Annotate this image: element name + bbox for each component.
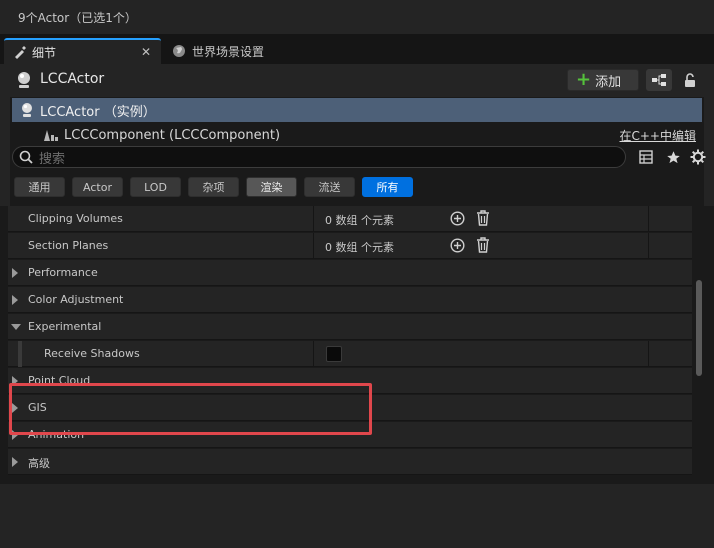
category-label: GIS	[28, 401, 47, 414]
scrollbar-thumb[interactable]	[696, 280, 702, 376]
property-label: Section Planes	[28, 239, 109, 252]
trash-icon[interactable]	[476, 210, 490, 229]
property-row-section-planes: Section Planes 0 数组 个元素	[8, 233, 692, 259]
category-label: Animation	[28, 428, 85, 441]
filter-general[interactable]: 通用	[14, 177, 65, 197]
property-row-receive-shadows: Receive Shadows	[8, 341, 692, 367]
category-experimental[interactable]: Experimental	[8, 314, 692, 340]
tree-root-label: LCCActor （实例）	[40, 104, 156, 120]
category-gis[interactable]: GIS	[8, 395, 692, 421]
filter-misc[interactable]: 杂项	[188, 177, 239, 197]
component-icon	[42, 128, 60, 142]
tree-component-label: LCCComponent (LCCComponent)	[64, 127, 281, 143]
star-icon[interactable]	[665, 149, 681, 165]
actor-count-text: 9个Actor（已选1个）	[18, 11, 137, 25]
collapse-arrow-icon	[11, 324, 21, 330]
lock-icon[interactable]	[680, 70, 700, 90]
property-value: 0 数组 个元素	[325, 214, 394, 227]
plus-icon: +	[576, 69, 592, 90]
globe-icon	[172, 44, 186, 58]
indent-bar	[18, 341, 22, 367]
details-icon	[12, 45, 26, 59]
actor-name: LCCActor	[40, 71, 105, 87]
actor-header: LCCActor + 添加	[0, 64, 714, 96]
gear-icon[interactable]	[690, 149, 706, 165]
receive-shadows-checkbox[interactable]	[326, 346, 342, 362]
category-color-adjustment[interactable]: Color Adjustment	[8, 287, 692, 313]
actor-icon	[16, 71, 32, 92]
column-divider[interactable]	[313, 206, 314, 232]
expand-arrow-icon	[12, 403, 18, 413]
table-view-icon[interactable]	[638, 149, 654, 165]
category-label: Experimental	[28, 320, 102, 333]
tab-world-settings-label: 世界场景设置	[192, 44, 265, 59]
property-label: Clipping Volumes	[28, 212, 123, 225]
tree-component-row[interactable]: LCCComponent (LCCComponent) 在C++中编辑	[12, 124, 702, 146]
search-placeholder: 搜索	[39, 151, 66, 167]
expand-arrow-icon	[12, 430, 18, 440]
hierarchy-icon	[652, 74, 666, 86]
category-advanced[interactable]: 高级	[8, 449, 692, 475]
trash-icon[interactable]	[476, 237, 490, 256]
category-label: Performance	[28, 266, 98, 279]
category-point-cloud[interactable]: Point Cloud	[8, 368, 692, 394]
category-label: Color Adjustment	[28, 293, 124, 306]
category-filter-bar: 通用 Actor LOD 杂项 渲染 流送 所有	[14, 177, 413, 197]
column-divider	[648, 341, 649, 367]
column-divider[interactable]	[313, 233, 314, 259]
search-icon	[19, 150, 33, 168]
scrollbar[interactable]	[693, 206, 705, 484]
property-value: 0 数组 个元素	[325, 241, 394, 254]
close-icon[interactable]: ✕	[141, 45, 151, 59]
add-component-button[interactable]: + 添加	[567, 69, 639, 91]
search-input[interactable]: 搜索	[12, 146, 626, 168]
expand-arrow-icon	[12, 457, 18, 467]
column-divider	[648, 233, 649, 259]
filter-actor[interactable]: Actor	[72, 177, 123, 197]
expand-arrow-icon	[12, 268, 18, 278]
tab-strip: 细节 ✕ 世界场景设置	[0, 34, 714, 64]
column-divider	[648, 206, 649, 232]
expand-arrow-icon	[12, 295, 18, 305]
add-element-icon[interactable]	[450, 238, 465, 256]
filter-all[interactable]: 所有	[362, 177, 413, 197]
category-label: 高级	[28, 457, 50, 470]
outliner-status-bar: 9个Actor（已选1个）	[0, 0, 714, 34]
property-list: Clipping Volumes 0 数组 个元素 Section Planes…	[0, 206, 714, 484]
column-divider[interactable]	[313, 341, 314, 367]
add-button-label: 添加	[595, 74, 622, 90]
expand-arrow-icon	[12, 376, 18, 386]
filter-rendering[interactable]: 渲染	[246, 177, 297, 197]
add-element-icon[interactable]	[450, 211, 465, 229]
property-label: Receive Shadows	[44, 347, 140, 360]
tab-details[interactable]: 细节 ✕	[4, 38, 161, 64]
category-animation[interactable]: Animation	[8, 422, 692, 448]
filter-streaming[interactable]: 流送	[304, 177, 355, 197]
property-row-clipping-volumes: Clipping Volumes 0 数组 个元素	[8, 206, 692, 232]
tab-world-settings[interactable]: 世界场景设置	[168, 38, 288, 64]
tree-root-row[interactable]: LCCActor （实例）	[12, 98, 702, 122]
edit-in-cpp-link[interactable]: 在C++中编辑	[620, 127, 697, 144]
category-label: Point Cloud	[28, 374, 91, 387]
tab-details-label: 细节	[32, 45, 57, 60]
filter-lod[interactable]: LOD	[130, 177, 181, 197]
actor-icon	[20, 102, 34, 118]
blueprint-button[interactable]	[646, 69, 672, 91]
category-performance[interactable]: Performance	[8, 260, 692, 286]
